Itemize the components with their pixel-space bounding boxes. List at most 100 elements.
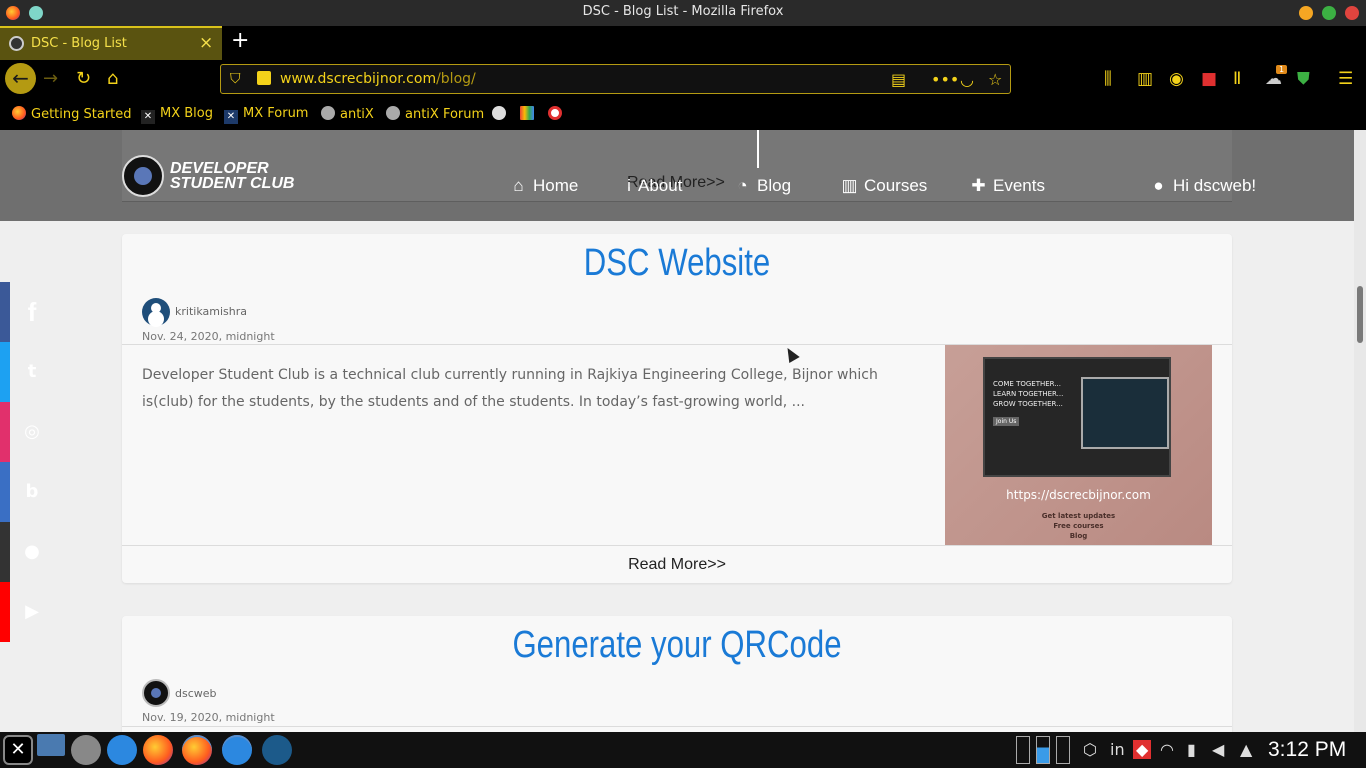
file-manager-window-icon[interactable] — [222, 735, 252, 765]
vscode-icon[interactable] — [262, 735, 292, 765]
battery-icon[interactable]: ▮ — [1187, 740, 1196, 759]
workspace-2[interactable] — [1036, 736, 1050, 764]
github-icon[interactable]: ● — [18, 538, 46, 566]
anydesk-icon[interactable]: ◆ — [1133, 740, 1152, 759]
scrollbar-thumb[interactable] — [1357, 286, 1363, 343]
tab-strip: DSC - Blog List × + — [0, 26, 1366, 60]
post-date: Nov. 19, 2020, midnight — [142, 711, 275, 724]
instagram-icon[interactable]: ◎ — [18, 418, 46, 446]
social-blog[interactable]: b — [0, 462, 38, 522]
firefox-icon — [12, 106, 26, 120]
bookmark-star-icon[interactable]: ☆ — [988, 70, 1002, 89]
hamburger-menu-icon[interactable]: ☰ — [1338, 69, 1353, 89]
bookmark-getting-started[interactable]: Getting Started — [12, 106, 132, 122]
keyboard-layout-indicator[interactable]: in — [1110, 740, 1125, 759]
extension-badge-count: 1 — [1276, 65, 1288, 74]
app-icon — [548, 106, 562, 120]
extension-red-icon[interactable]: ■ — [1201, 69, 1217, 89]
reload-button[interactable]: ↻ — [76, 68, 91, 89]
site-logo-text[interactable]: Developer Student Club — [170, 161, 320, 192]
nav-home[interactable]: ⌂ Home — [510, 176, 578, 196]
clock[interactable]: 3:12 PM — [1268, 738, 1346, 762]
puzzle-icon: ✚ — [971, 176, 986, 195]
nav-courses[interactable]: ▥ Courses — [841, 176, 927, 196]
social-youtube[interactable]: ▶ — [0, 582, 39, 642]
library-icon[interactable]: ⫼ — [1104, 69, 1112, 89]
bookmark-mx-blog[interactable]: ✕ MX Blog — [141, 106, 213, 124]
nav-user[interactable]: ● Hi dscweb! — [1150, 176, 1256, 196]
post-thumbnail[interactable]: COME TOGETHER... LEARN TOGETHER... GROW … — [945, 345, 1212, 545]
bookmark-mx-forum[interactable]: ✕ MX Forum — [224, 106, 308, 124]
bookmark-antix-forum[interactable]: antiX Forum — [386, 106, 484, 122]
page-scrollbar[interactable] — [1354, 130, 1366, 732]
new-tab-button[interactable]: + — [231, 28, 249, 53]
dsc-logo-icon[interactable] — [122, 155, 164, 197]
home-button[interactable]: ⌂ — [107, 68, 118, 89]
tracking-shield-icon[interactable]: ⛉ — [230, 71, 241, 87]
social-github[interactable]: ● — [0, 522, 40, 582]
forward-button[interactable]: → — [43, 68, 58, 89]
social-twitter[interactable]: t — [0, 342, 36, 402]
tray-expand-icon[interactable]: ▲ — [1240, 740, 1252, 759]
window-title: DSC - Blog List - Mozilla Firefox — [582, 4, 784, 19]
post-author: kritikamishra — [175, 305, 247, 318]
post-author: dscweb — [175, 687, 217, 700]
firefox-window-icon[interactable] — [182, 735, 212, 765]
page-viewport[interactable]: Read More>> Developer Student Club ⌂ Home… — [0, 130, 1354, 732]
nav-events[interactable]: ✚ Events — [970, 176, 1045, 196]
nav-blog[interactable]: ◔ Blog — [734, 176, 791, 196]
pocket-icon[interactable]: ◡ — [960, 70, 974, 89]
post-excerpt: Developer Student Club is a technical cl… — [142, 367, 878, 410]
laptop-illustration — [1081, 377, 1169, 449]
workspace-3[interactable] — [1056, 736, 1070, 764]
bookmark-antix[interactable]: antiX — [321, 106, 374, 122]
facebook-icon[interactable]: f — [18, 298, 46, 326]
page-actions-icon[interactable]: ••• — [931, 70, 959, 89]
post-title[interactable]: Generate your QRCode — [222, 624, 1132, 667]
workspace-1[interactable] — [1016, 736, 1030, 764]
ublock-shield-icon[interactable]: ⛊ — [1297, 69, 1310, 89]
social-instagram[interactable]: ◎ — [0, 402, 40, 462]
firefox-launcher-icon[interactable] — [143, 735, 173, 765]
desktop-icon[interactable] — [37, 734, 65, 756]
twitter-icon[interactable]: t — [18, 358, 46, 386]
read-more-link[interactable]: Read More>> — [122, 556, 1232, 574]
post-title[interactable]: DSC Website — [222, 242, 1132, 285]
bookmark-app[interactable] — [548, 106, 567, 122]
account-icon[interactable]: ◉ — [1169, 69, 1184, 89]
mx-menu-icon[interactable]: ✕ — [3, 735, 33, 765]
rss-icon: ◔ — [737, 176, 748, 195]
volume-icon[interactable]: ◀ — [1212, 740, 1224, 759]
post-date: Nov. 24, 2020, midnight — [142, 330, 275, 343]
window-titlebar: DSC - Blog List - Mozilla Firefox — [0, 0, 1366, 26]
sidebar-icon[interactable]: ▥ — [1137, 69, 1153, 89]
close-window-button[interactable] — [1345, 6, 1359, 20]
github-icon — [492, 106, 506, 120]
url-text[interactable]: www.dscrecbijnor.com/blog/ — [280, 71, 476, 87]
url-bar[interactable]: ⛉ www.dscrecbijnor.com/blog/ ▤ ••• ◡ ☆ — [220, 64, 1011, 94]
settings-icon[interactable] — [71, 735, 101, 765]
package-icon[interactable]: ⬡ — [1083, 740, 1097, 759]
wifi-icon[interactable]: ◠ — [1160, 740, 1174, 759]
blog-icon[interactable]: b — [18, 478, 46, 506]
insecure-lock-icon[interactable] — [257, 71, 271, 85]
social-facebook[interactable]: f — [0, 282, 36, 342]
bookmark-gmail[interactable] — [520, 106, 539, 122]
tab-close-icon[interactable]: × — [199, 33, 213, 53]
dsc-favicon-icon — [9, 36, 24, 51]
youtube-icon[interactable]: ▶ — [18, 598, 46, 626]
mx-icon: ✕ — [141, 110, 155, 124]
bookmarks-toolbar: Getting Started ✕ MX Blog ✕ MX Forum antiX… — [0, 98, 1366, 130]
site-navbar: Developer Student Club ⌂ Home i About ◔ Blo… — [122, 155, 1256, 201]
back-button[interactable]: ← — [5, 63, 36, 94]
bookmark-github[interactable] — [492, 106, 511, 122]
mx-icon: ✕ — [224, 110, 238, 124]
reader-view-icon[interactable]: ▤ — [891, 70, 906, 89]
file-manager-icon[interactable] — [107, 735, 137, 765]
taskbar: ✕ ⬡ in ◆ ◠ ▮ ◀ ▲ 3:12 PM — [0, 732, 1366, 768]
maximize-button[interactable] — [1322, 6, 1336, 20]
extension-translate-icon[interactable]: Ⅱ — [1233, 69, 1241, 89]
nav-about[interactable]: i About — [626, 176, 682, 196]
tab-dsc-blog-list[interactable]: DSC - Blog List × — [0, 26, 222, 60]
minimize-button[interactable] — [1299, 6, 1313, 20]
